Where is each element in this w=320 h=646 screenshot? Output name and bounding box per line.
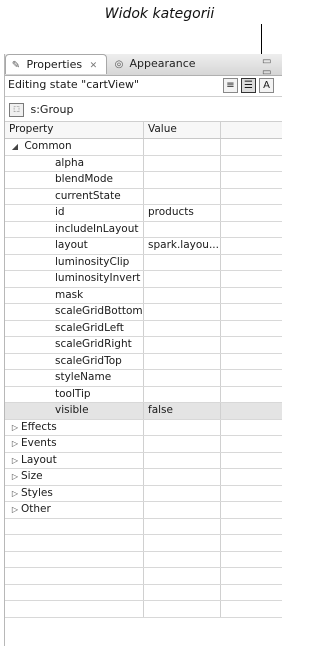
property-name: styleName [5, 370, 144, 386]
property-name: mask [5, 287, 144, 303]
property-value[interactable] [144, 155, 221, 171]
property-name: currentState [5, 188, 144, 204]
property-value[interactable] [144, 370, 221, 386]
property-name: alpha [5, 155, 144, 171]
empty-grid-row [5, 601, 282, 618]
category-label: Styles [21, 486, 53, 499]
property-value[interactable] [144, 271, 221, 287]
category-row[interactable]: ▷ Effects [5, 419, 282, 436]
property-value[interactable] [144, 386, 221, 402]
category-label: Events [21, 437, 57, 449]
tab-properties-label: Properties [26, 58, 83, 71]
category-row[interactable]: ▷ Layout [5, 452, 282, 469]
collapsed-arrow-icon[interactable]: ▷ [9, 453, 21, 468]
collapsed-arrow-icon[interactable]: ▷ [9, 436, 21, 451]
property-row[interactable]: scaleGridBottom [5, 304, 282, 321]
property-name: scaleGridBottom [5, 304, 144, 320]
property-row[interactable]: visible false [5, 403, 282, 420]
collapsed-arrow-icon[interactable]: ▷ [9, 469, 21, 484]
category-label: Layout [21, 453, 57, 466]
collapsed-arrow-icon[interactable]: ▷ [9, 502, 21, 517]
property-value[interactable] [144, 304, 221, 320]
category-label: Size [21, 470, 43, 482]
close-icon[interactable]: ✕ [90, 61, 98, 71]
property-row[interactable]: scaleGridLeft [5, 320, 282, 337]
alphabetical-view-button[interactable]: A [259, 78, 274, 93]
standard-view-button[interactable]: ≡ [223, 78, 238, 93]
property-name: blendMode [5, 172, 144, 188]
property-name: layout [5, 238, 144, 254]
property-name: toolTip [5, 386, 144, 402]
property-value[interactable] [144, 254, 221, 270]
property-value[interactable] [144, 320, 221, 336]
category-row[interactable]: ▷ Other [5, 502, 282, 519]
property-row[interactable]: styleName [5, 370, 282, 387]
property-row[interactable]: toolTip [5, 386, 282, 403]
appearance-icon: ◎ [114, 59, 124, 70]
property-name: visible [5, 403, 144, 419]
category-row[interactable]: ▷ Size [5, 469, 282, 486]
property-value[interactable]: false [144, 403, 221, 419]
category-view-button[interactable]: ☰ [241, 78, 256, 93]
property-name: scaleGridLeft [5, 320, 144, 336]
editing-state-text: Editing state "cartView" [8, 78, 140, 91]
property-value[interactable] [144, 337, 221, 353]
category-row[interactable]: ▷ Styles [5, 485, 282, 502]
state-row: Editing state "cartView" ≡ ☰ A [5, 76, 282, 97]
callout-label: Widok kategorii [104, 6, 215, 22]
property-row[interactable]: includeInLayout [5, 221, 282, 238]
empty-grid-row [5, 584, 282, 601]
property-name: scaleGridTop [5, 353, 144, 369]
property-value[interactable] [144, 172, 221, 188]
group-component-icon: ⬚ [9, 103, 24, 117]
component-name: s:Group [30, 103, 74, 116]
property-row[interactable]: id products [5, 205, 282, 222]
minimize-icon[interactable]: ▭ ▭ [262, 56, 282, 78]
properties-icon: ✎ [11, 60, 21, 71]
value-column-header[interactable]: Value [144, 122, 221, 138]
property-row[interactable]: blendMode [5, 172, 282, 189]
property-name: scaleGridRight [5, 337, 144, 353]
property-row[interactable]: scaleGridRight [5, 337, 282, 354]
empty-grid-row [5, 518, 282, 535]
property-value[interactable]: products [144, 205, 221, 221]
tab-appearance-label: Appearance [129, 57, 196, 70]
component-row: ⬚ s:Group [5, 98, 282, 122]
property-value[interactable] [144, 353, 221, 369]
property-row[interactable]: alpha [5, 155, 282, 172]
property-name: luminosityClip [5, 254, 144, 270]
property-row[interactable]: currentState [5, 188, 282, 205]
property-name: id [5, 205, 144, 221]
tab-properties[interactable]: ✎ Properties ✕ [5, 54, 107, 74]
property-name: luminosityInvert [5, 271, 144, 287]
collapsed-arrow-icon[interactable]: ▷ [9, 420, 21, 435]
properties-panel: ✎ Properties ✕ ◎ Appearance ▭ ▭ Editing … [4, 54, 282, 646]
tab-appearance[interactable]: ◎ Appearance [109, 54, 207, 74]
empty-grid-row [5, 535, 282, 552]
property-value[interactable] [144, 287, 221, 303]
property-column-header[interactable]: Property [5, 122, 144, 138]
property-value[interactable] [144, 188, 221, 204]
property-row[interactable]: scaleGridTop [5, 353, 282, 370]
property-name: includeInLayout [5, 221, 144, 237]
property-row[interactable]: layout spark.layou... [5, 238, 282, 255]
category-row-common[interactable]: ◢ Common [5, 139, 282, 156]
category-label: Other [21, 503, 51, 515]
property-grid: Property Value ◢ Common alpha blendMode cu… [5, 122, 282, 618]
property-row[interactable]: luminosityInvert [5, 271, 282, 288]
property-row[interactable]: luminosityClip [5, 254, 282, 271]
property-value[interactable] [144, 221, 221, 237]
category-row[interactable]: ▷ Events [5, 436, 282, 453]
collapsed-arrow-icon[interactable]: ▷ [9, 486, 21, 501]
expanded-arrow-icon[interactable]: ◢ [9, 139, 21, 154]
tab-bar: ✎ Properties ✕ ◎ Appearance ▭ ▭ [5, 54, 282, 78]
empty-grid-row [5, 568, 282, 585]
category-label: Effects [21, 420, 57, 433]
grid-header: Property Value [5, 122, 282, 139]
empty-grid-row [5, 551, 282, 568]
property-row[interactable]: mask [5, 287, 282, 304]
callout-annotation: Widok kategorii [0, 0, 281, 61]
category-label: Common [24, 140, 72, 152]
property-value[interactable]: spark.layou... [144, 238, 221, 254]
